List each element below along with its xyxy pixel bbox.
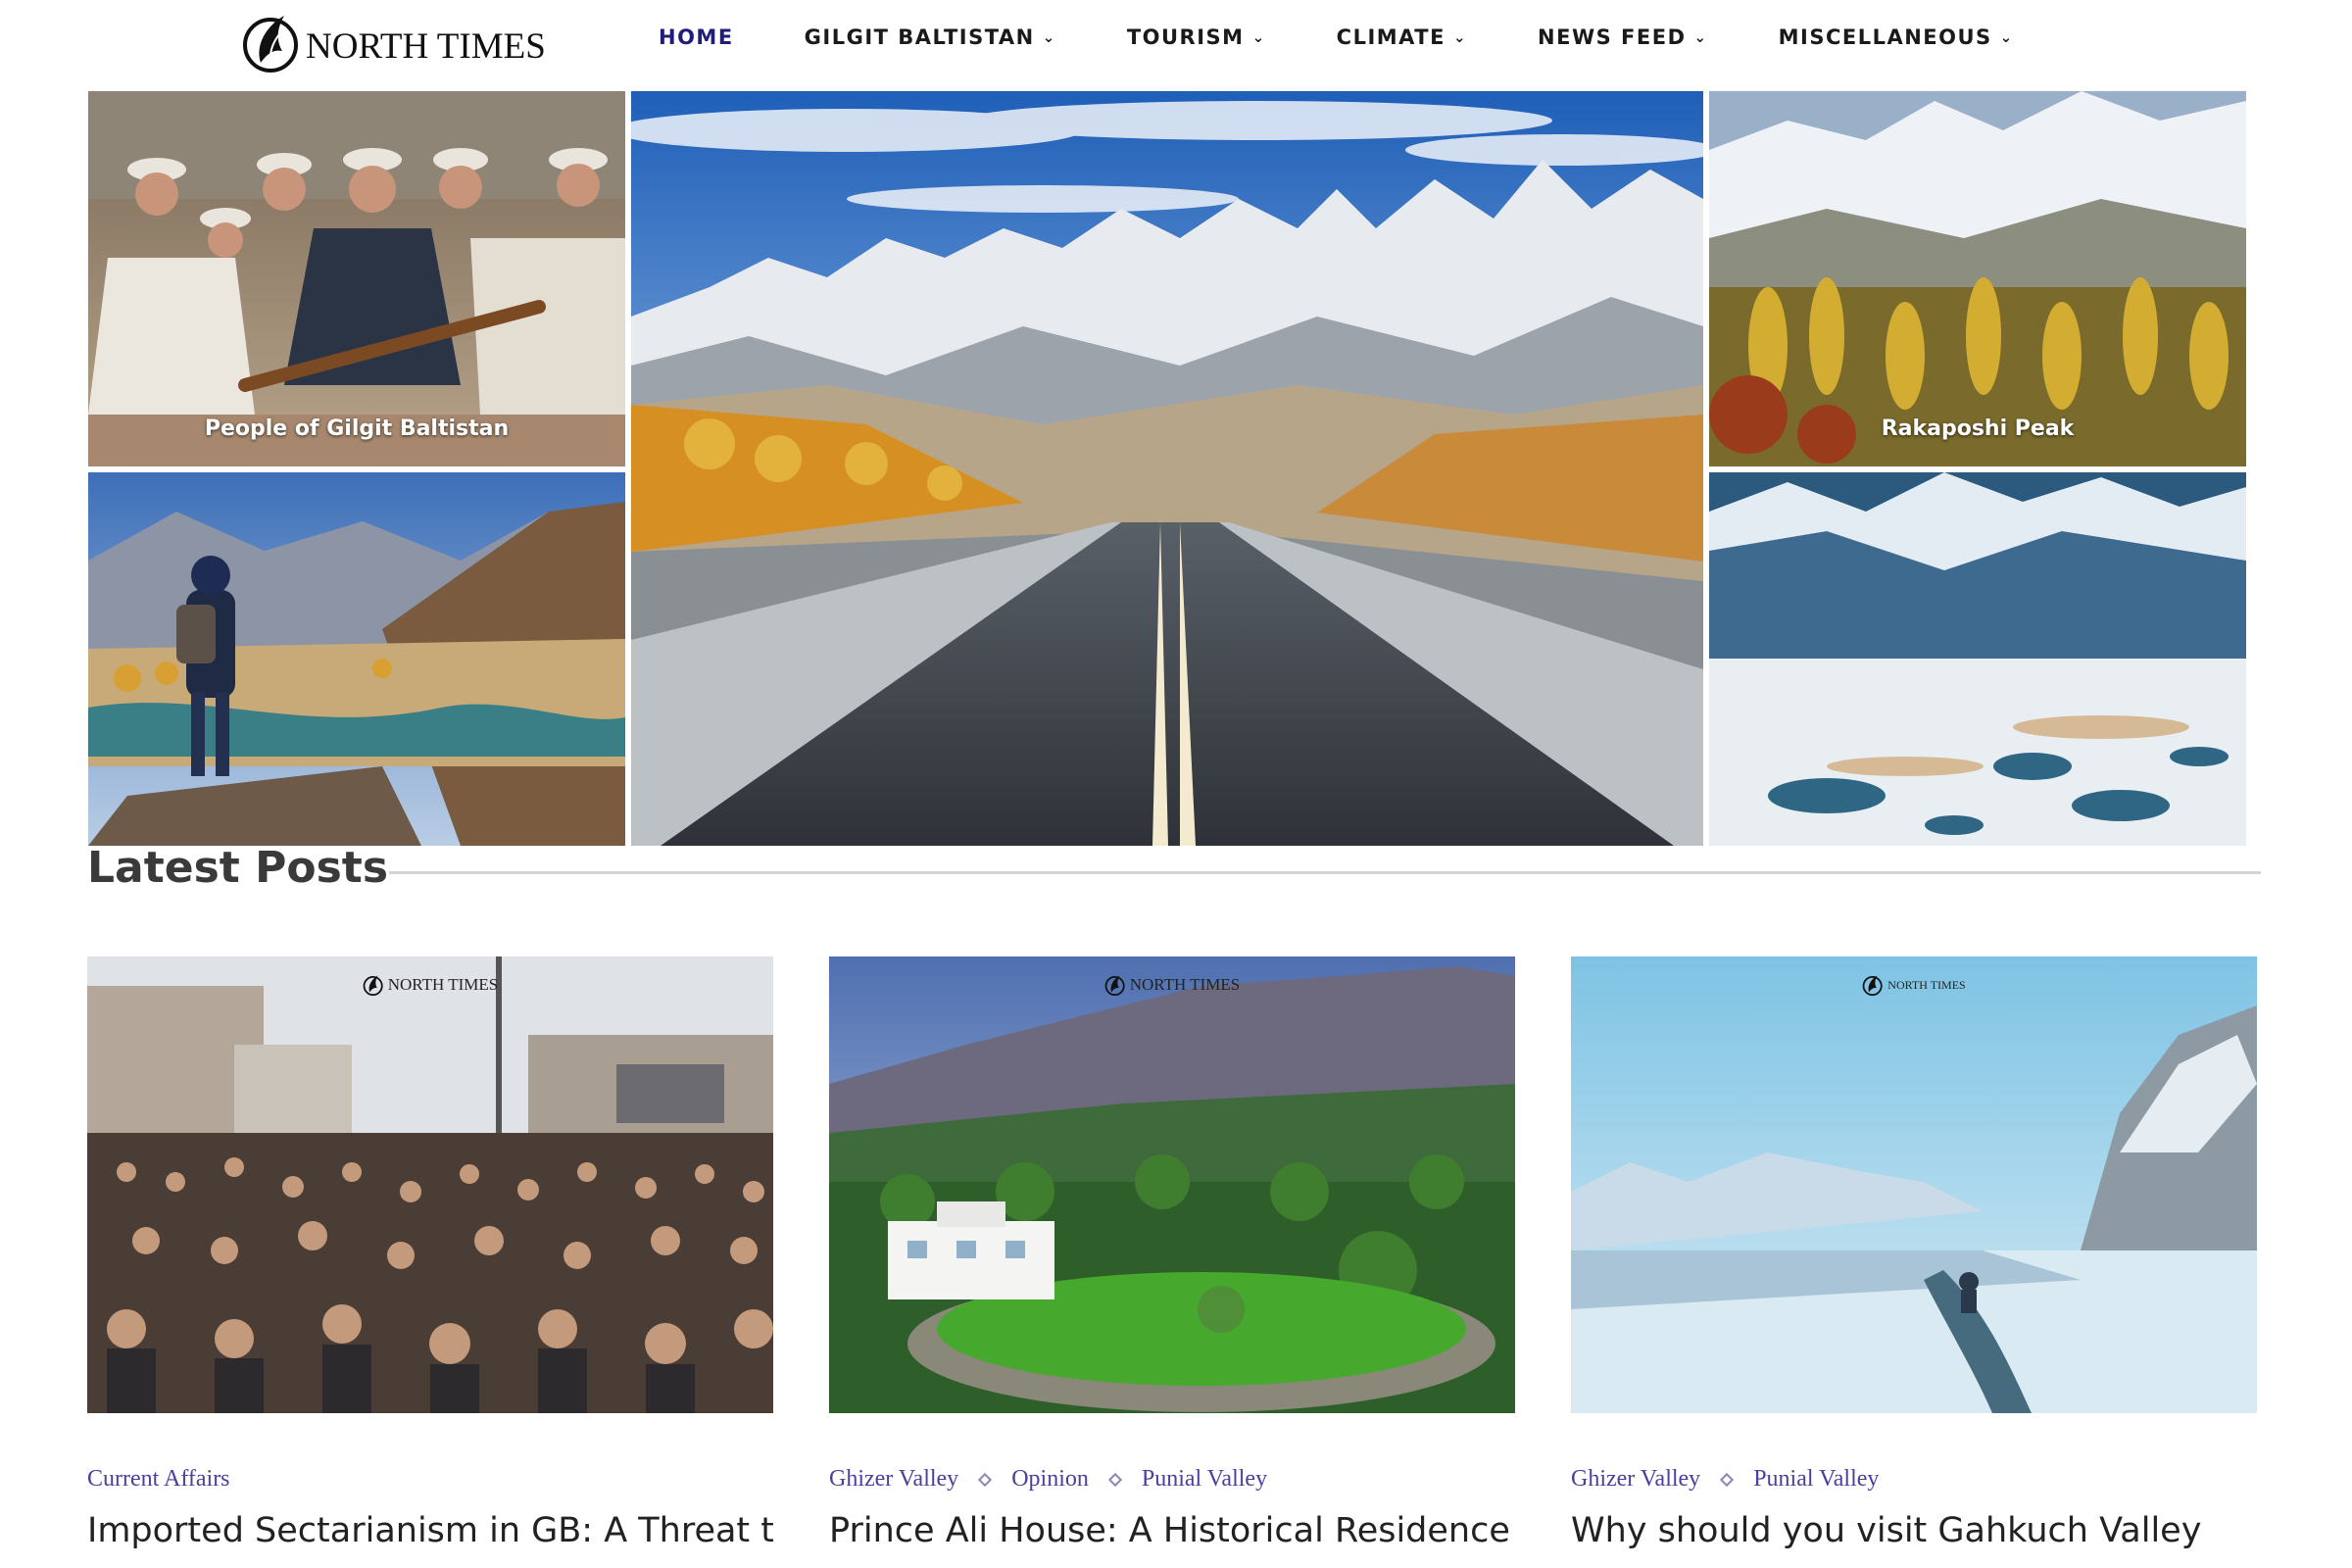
post-categories: Ghizer Valley Opinion Punial Valley [829,1466,1267,1493]
category-link[interactable]: Opinion [1011,1466,1089,1493]
north-times-logo-mark [1862,975,1883,997]
image-watermark: NORTH TIMES [87,972,773,998]
nav-label: HOME [659,25,734,49]
hero-caption: Rakaposhi Peak [1881,416,2075,441]
nav-tourism[interactable]: TOURISM ⌄ [1127,25,1266,49]
hiker-photo [88,472,625,846]
post-thumbnail[interactable]: NORTH TIMES [829,956,1515,1413]
site-header: NORTH TIMES HOME GILGIT BALTISTAN ⌄ TOUR… [0,0,2352,90]
main-nav: HOME GILGIT BALTISTAN ⌄ TOURISM ⌄ CLIMAT… [659,25,2084,49]
chevron-down-icon: ⌄ [1999,28,2014,46]
nav-label: GILGIT BALTISTAN [804,25,1035,49]
prince-ali-house-photo [829,956,1515,1413]
post-categories: Ghizer Valley Punial Valley [1571,1466,1879,1493]
nav-label: MISCELLANEOUS [1778,25,1992,49]
chevron-down-icon: ⌄ [1452,28,1468,46]
post-card: NORTH TIMES Ghizer Valley Opinion Punial… [829,956,1515,1550]
hero-tile-hiker[interactable] [88,472,625,846]
north-times-logo-mark [1104,975,1125,997]
rakaposhi-photo [1709,91,2246,466]
hero-tile-karakoram-road[interactable] [631,91,1703,846]
watermark-text: NORTH TIMES [1887,977,1966,992]
post-title[interactable]: Prince Ali House: A Historical Residence… [829,1511,1515,1550]
diamond-separator-icon [978,1472,993,1487]
post-title[interactable]: Why should you visit Gahkuch Valley [1571,1511,2257,1550]
diamond-separator-icon [1107,1472,1122,1487]
nav-label: TOURISM [1126,25,1245,49]
nav-climate[interactable]: CLIMATE ⌄ [1337,25,1467,49]
category-link[interactable]: Ghizer Valley [829,1466,958,1493]
latest-posts-heading: Latest Posts [87,843,389,893]
post-thumbnail[interactable]: NORTH TIMES [1571,956,2257,1413]
people-photo [88,91,625,466]
post-card: NORTH TIMES Ghizer Valley Punial Valley … [1571,956,2257,1550]
post-card: NORTH TIMES Current Affairs Imported Sec… [87,956,773,1550]
diamond-separator-icon [1720,1472,1735,1487]
hero-caption: People of Gilgit Baltistan [204,416,510,441]
category-link[interactable]: Punial Valley [1142,1466,1267,1493]
road-photo [631,91,1703,846]
hero-tile-people[interactable]: People of Gilgit Baltistan [88,91,625,466]
north-times-logo-mark [243,16,298,73]
heading-divider [389,871,2261,874]
nav-gilgit-baltistan[interactable]: GILGIT BALTISTAN ⌄ [805,25,1056,49]
gahkuch-lake-photo [1571,956,2257,1413]
nav-news-feed[interactable]: NEWS FEED ⌄ [1538,25,1708,49]
chevron-down-icon: ⌄ [1693,28,1708,46]
nav-label: CLIMATE [1336,25,1446,49]
nav-miscellaneous[interactable]: MISCELLANEOUS ⌄ [1779,25,2014,49]
hero-tile-rakaposhi[interactable]: Rakaposhi Peak [1709,91,2246,466]
post-title[interactable]: Imported Sectarianism in GB: A Threat to… [87,1511,773,1550]
post-categories: Current Affairs [87,1466,230,1493]
nav-home[interactable]: HOME [659,25,734,49]
chevron-down-icon: ⌄ [1042,28,1056,46]
nav-label: NEWS FEED [1538,25,1687,49]
image-watermark: NORTH TIMES [1571,972,2257,998]
site-logo[interactable]: NORTH TIMES [241,6,546,78]
category-link[interactable]: Current Affairs [87,1466,230,1493]
watermark-text: NORTH TIMES [387,975,499,994]
image-watermark: NORTH TIMES [829,972,1515,998]
site-name: NORTH TIMES [306,25,546,67]
cold-desert-photo [1709,472,2246,846]
category-link[interactable]: Ghizer Valley [1571,1466,1700,1493]
hero-tile-cold-desert[interactable] [1709,472,2246,846]
protest-photo [87,956,773,1413]
category-link[interactable]: Punial Valley [1753,1466,1879,1493]
chevron-down-icon: ⌄ [1251,28,1266,46]
post-thumbnail[interactable]: NORTH TIMES [87,956,773,1413]
watermark-text: NORTH TIMES [1129,975,1241,994]
north-times-logo-mark [363,975,383,997]
